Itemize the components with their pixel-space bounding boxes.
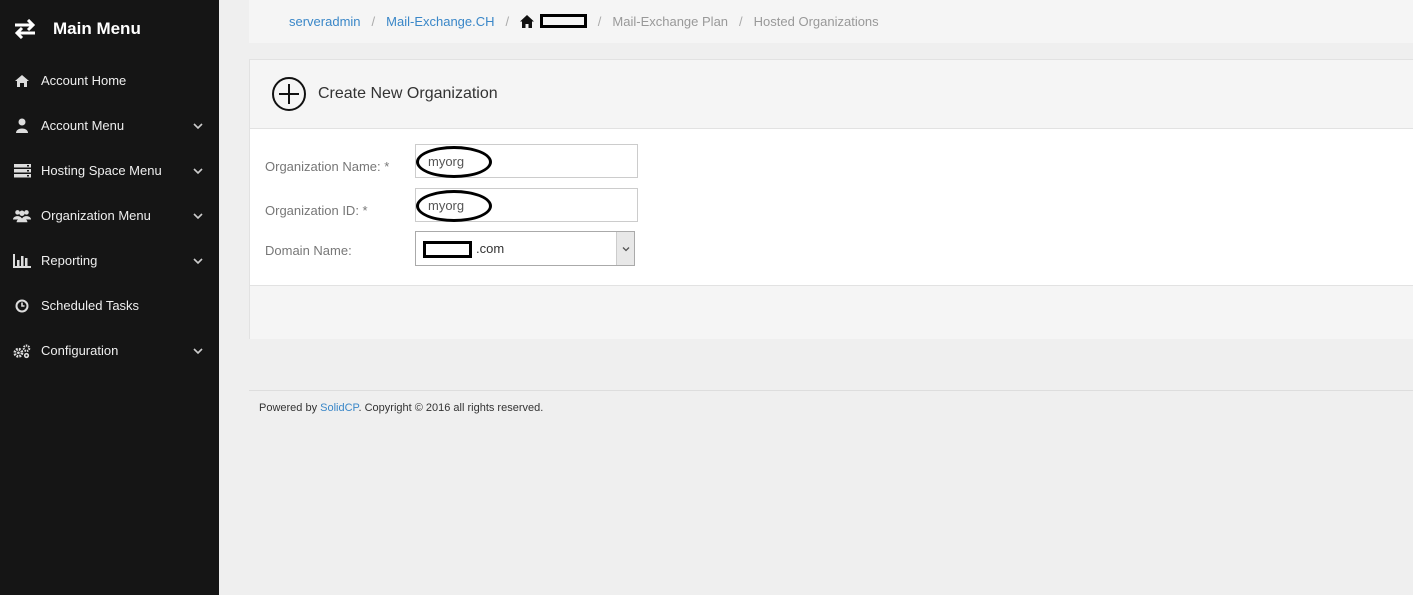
sidebar-item-label: Account Home [41, 73, 127, 88]
sidebar-item-account-home[interactable]: Account Home [0, 58, 219, 103]
breadcrumb-separator: / [739, 14, 743, 29]
server-icon [13, 163, 31, 179]
chevron-down-icon [193, 167, 203, 174]
organization-name-label: Organization Name: * [265, 159, 390, 174]
home-icon [520, 15, 535, 28]
chevron-down-icon [622, 246, 629, 251]
exchange-arrows-icon[interactable] [13, 19, 37, 39]
solidcp-link[interactable]: SolidCP [320, 402, 358, 414]
chevron-down-icon [193, 212, 203, 219]
home-icon [13, 73, 31, 89]
sidebar-item-configuration[interactable]: Configuration [0, 328, 219, 373]
breadcrumb: serveradmin / Mail-Exchange.CH / / Mail-… [249, 0, 1413, 43]
footer-copyright: . Copyright © 2016 all rights reserved. [358, 402, 544, 414]
redaction-box [423, 241, 472, 258]
sidebar-item-label: Hosting Space Menu [41, 163, 162, 178]
bar-chart-icon [13, 253, 31, 269]
breadcrumb-hosted-organizations: Hosted Organizations [753, 14, 879, 29]
sidebar-item-label: Reporting [41, 253, 98, 268]
user-icon [13, 118, 31, 134]
plus-circle-icon [272, 77, 306, 111]
footer-prefix: Powered by [259, 402, 321, 414]
create-organization-panel: Create New Organization Organization Nam… [249, 59, 1413, 339]
clock-icon [13, 298, 31, 314]
organization-id-label: Organization ID: * [265, 203, 368, 218]
sidebar-item-account-menu[interactable]: Account Menu [0, 103, 219, 148]
breadcrumb-mail-exchange-plan: Mail-Exchange Plan [612, 14, 729, 29]
domain-name-value: .com [476, 241, 505, 256]
organization-form: Organization Name: * Organization ID: * … [250, 129, 1413, 285]
organization-name-input[interactable] [415, 144, 638, 178]
panel-title: Create New Organization [318, 85, 498, 102]
sidebar-menu: Account Home Account Menu Hosting Space … [0, 58, 219, 373]
sidebar: Main Menu Account Home Account Menu Host… [0, 0, 219, 595]
chevron-down-icon [193, 257, 203, 264]
sidebar-item-scheduled-tasks[interactable]: Scheduled Tasks [0, 283, 219, 328]
sidebar-item-organization-menu[interactable]: Organization Menu [0, 193, 219, 238]
sidebar-item-label: Scheduled Tasks [41, 298, 140, 313]
page-footer: Powered by SolidCP. Copyright © 2016 all… [249, 390, 1413, 414]
breadcrumb-separator: / [371, 14, 376, 29]
panel-header: Create New Organization [250, 60, 1413, 129]
sidebar-item-reporting[interactable]: Reporting [0, 238, 219, 283]
main-menu-title: Main Menu [53, 19, 141, 38]
sidebar-item-label: Account Menu [41, 118, 125, 133]
gears-icon [13, 343, 31, 359]
breadcrumb-separator: / [597, 14, 602, 29]
sidebar-item-hosting-space-menu[interactable]: Hosting Space Menu [0, 148, 219, 193]
domain-name-label: Domain Name: [265, 243, 352, 258]
breadcrumb-separator: / [505, 14, 510, 29]
sidebar-item-label: Configuration [41, 343, 119, 358]
breadcrumb-mail-exchange[interactable]: Mail-Exchange.CH [386, 14, 494, 29]
breadcrumb-home[interactable] [520, 14, 587, 29]
sidebar-item-label: Organization Menu [41, 208, 151, 223]
organization-id-input[interactable] [415, 188, 638, 222]
domain-name-select[interactable]: .com [415, 231, 635, 266]
chevron-down-icon [193, 347, 203, 354]
breadcrumb-serveradmin[interactable]: serveradmin [289, 14, 361, 29]
sidebar-header[interactable]: Main Menu [0, 0, 219, 58]
panel-footer [250, 285, 1413, 339]
chevron-down-icon [193, 122, 203, 129]
redaction-box [539, 14, 587, 28]
select-arrow[interactable] [616, 232, 634, 265]
users-icon [13, 208, 31, 224]
